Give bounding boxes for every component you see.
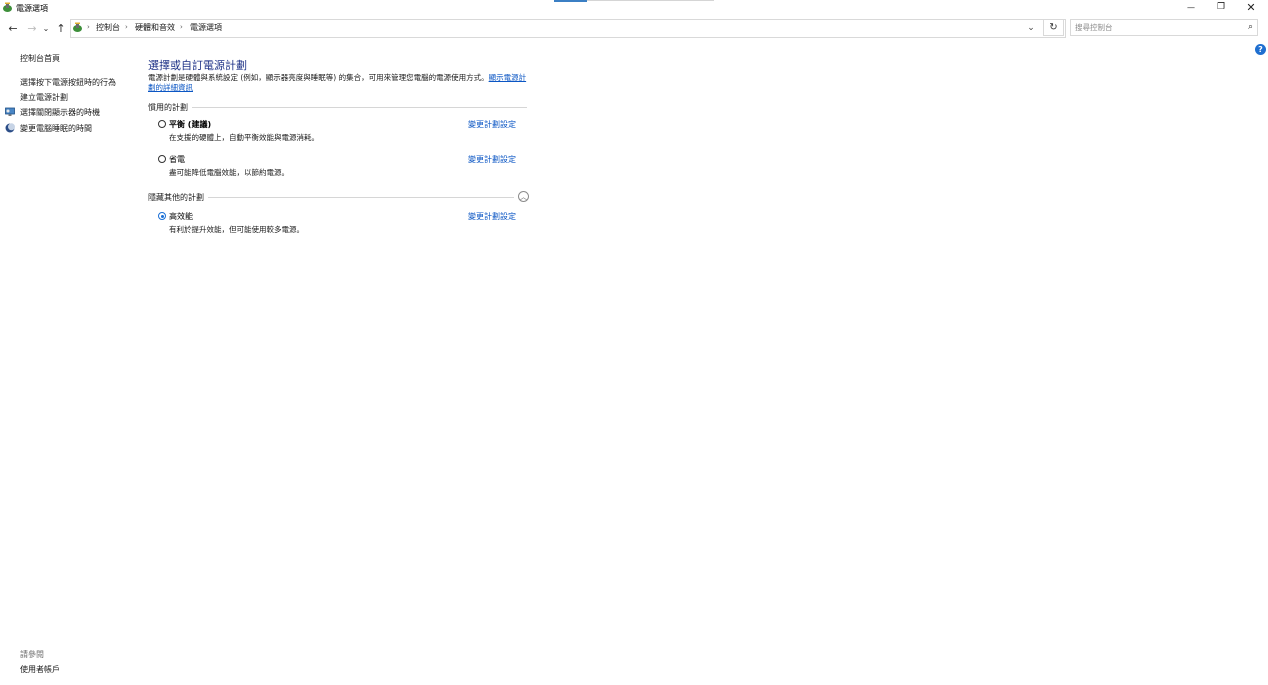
sidebar-item-sleep-time[interactable]: 變更電腦睡眠的時間	[20, 123, 92, 134]
power-options-icon	[3, 2, 12, 12]
search-icon[interactable]: ⌕	[1248, 22, 1253, 32]
plan-name-text: 平衡	[169, 120, 185, 129]
title-bar	[0, 0, 1268, 16]
user-accounts-link[interactable]: 使用者帳戶	[20, 664, 60, 675]
plan-radio-power-saver[interactable]	[158, 155, 166, 163]
plan-recommended-text: (建議)	[185, 120, 212, 129]
breadcrumb-separator-icon: ›	[180, 23, 183, 31]
breadcrumb-separator-icon: ›	[87, 23, 90, 31]
preferred-plans-heading: 慣用的計劃	[148, 102, 192, 113]
group-divider	[208, 197, 514, 198]
breadcrumb-hardware-sound[interactable]: 硬體和音效	[135, 22, 175, 33]
see-also-heading: 請參閱	[20, 650, 44, 659]
change-plan-settings-balanced[interactable]: 變更計劃設定	[468, 119, 516, 130]
recent-locations-button[interactable]: ⌄	[40, 21, 52, 35]
breadcrumb-separator-icon: ›	[125, 23, 128, 31]
help-icon[interactable]: ?	[1255, 44, 1266, 55]
back-button[interactable]: ←	[5, 21, 21, 35]
plan-name-balanced[interactable]: 平衡 (建議)	[169, 119, 211, 130]
collapse-hidden-plans-button[interactable]: ︿	[518, 191, 529, 202]
change-plan-settings-high-performance[interactable]: 變更計劃設定	[468, 211, 516, 222]
moon-icon	[5, 123, 15, 133]
close-icon: ✕	[1246, 0, 1256, 14]
minimize-button[interactable]: —	[1176, 0, 1206, 14]
page-title: 選擇或自訂電源計劃	[148, 59, 247, 72]
title-divider-line	[587, 0, 714, 1]
intro-text: 電源計劃是硬體與系統設定 (例如，顯示器亮度與睡眠等) 的集合，可用來管理您電腦…	[148, 73, 489, 82]
plan-name-power-saver[interactable]: 省電	[169, 154, 185, 165]
plan-desc-power-saver: 盡可能降低電腦效能，以節約電源。	[169, 168, 289, 177]
restore-icon: ❐	[1216, 2, 1226, 12]
sidebar-item-power-button[interactable]: 選擇按下電源按鈕時的行為	[20, 77, 116, 88]
breadcrumb-control-panel[interactable]: 控制台	[96, 22, 120, 33]
refresh-icon: ↻	[1049, 22, 1058, 33]
plan-name-high-performance[interactable]: 高效能	[169, 211, 193, 222]
sidebar-item-create-plan[interactable]: 建立電源計劃	[20, 92, 68, 103]
change-plan-settings-power-saver[interactable]: 變更計劃設定	[468, 154, 516, 165]
title-accent-line	[554, 0, 587, 2]
restore-button[interactable]: ❐	[1206, 0, 1236, 14]
forward-arrow-icon: →	[27, 21, 37, 35]
breadcrumb-power-options[interactable]: 電源選項	[190, 22, 222, 33]
up-arrow-icon: ↑	[56, 21, 66, 35]
sidebar-home-link[interactable]: 控制台首頁	[20, 53, 60, 64]
sidebar-item-display-off[interactable]: 選擇關閉顯示器的時機	[20, 107, 100, 118]
chevron-down-icon: ⌄	[42, 23, 50, 33]
minimize-icon: —	[1187, 2, 1195, 12]
chevron-down-icon: ⌄	[1027, 23, 1035, 33]
group-divider	[190, 107, 527, 108]
plan-radio-high-performance[interactable]	[158, 212, 166, 220]
intro-paragraph: 電源計劃是硬體與系統設定 (例如，顯示器亮度與睡眠等) 的集合，可用來管理您電腦…	[148, 73, 533, 93]
refresh-button[interactable]: ↻	[1043, 19, 1064, 36]
address-dropdown-button[interactable]: ⌄	[1024, 21, 1038, 35]
forward-button[interactable]: →	[24, 21, 40, 35]
plan-desc-high-performance: 有利於提升效能，但可能使用較多電源。	[169, 225, 304, 234]
up-button[interactable]: ↑	[53, 21, 69, 35]
back-arrow-icon: ←	[8, 21, 18, 35]
plan-radio-balanced[interactable]	[158, 120, 166, 128]
close-button[interactable]: ✕	[1236, 0, 1266, 14]
control-panel-icon	[73, 22, 82, 32]
chevron-up-icon: ︿	[520, 192, 527, 201]
plan-desc-balanced: 在支援的硬體上，自動平衡效能與電源消耗。	[169, 133, 319, 142]
hidden-plans-heading[interactable]: 隱藏其他的計劃	[148, 192, 208, 203]
search-input[interactable]	[1075, 22, 1235, 33]
monitor-icon	[5, 107, 15, 116]
search-box[interactable]: ⌕	[1070, 19, 1258, 36]
window-title: 電源選項	[16, 4, 48, 13]
